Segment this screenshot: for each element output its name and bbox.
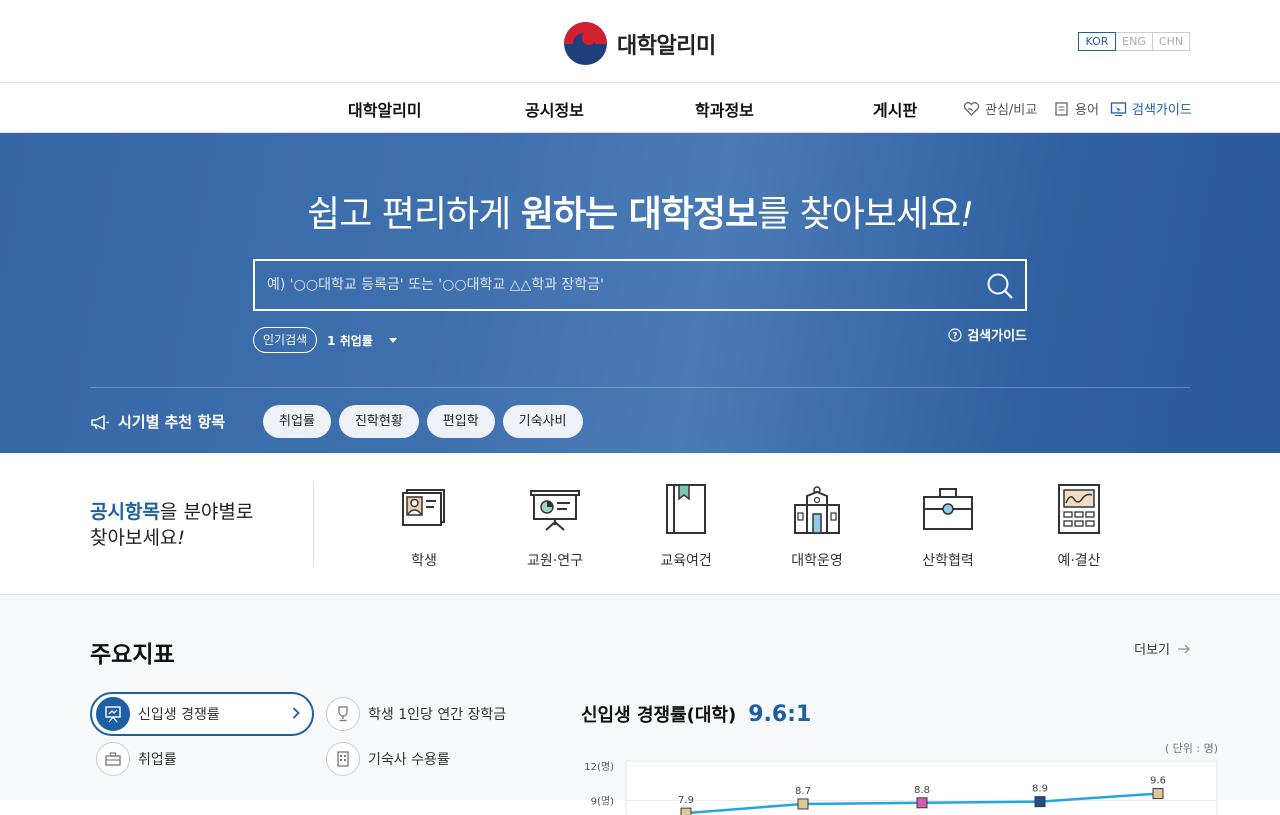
chart-unit: ( 단위 : 명) (1164, 742, 1218, 755)
popular-keyword[interactable]: 1 취업률 (327, 332, 373, 349)
dormitory-icon (326, 742, 360, 776)
season-chip-advancement[interactable]: 진학현황 (338, 405, 419, 438)
hero-guide-label: 검색가이드 (967, 329, 1027, 344)
hero-title: 쉽고 편리하게 원하는 대학정보를 찾아보세요! (307, 194, 974, 235)
data-label: 7.9 (678, 795, 694, 806)
data-label: 8.9 (1032, 784, 1048, 795)
indicator-scholarship[interactable]: 학생 1인당 연간 장학금 (326, 692, 506, 736)
indicator-label: 취업률 (138, 752, 177, 768)
chart-value: 9.6:1 (748, 702, 812, 727)
category-label: 교원·연구 (527, 553, 583, 569)
category-label: 예·결산 (1057, 553, 1101, 569)
trophy-icon (326, 697, 360, 731)
lang-eng[interactable]: ENG (1115, 32, 1153, 51)
key-indicators-section: 주요지표 더보기 신입생 경쟁률 학생 1인당 연간 장학금 취업률 기숙사 수… (0, 595, 1280, 815)
guide-label: 검색가이드 (1132, 103, 1192, 118)
nav-item-department[interactable]: 학과정보 (695, 97, 754, 121)
category-title: 공시항목을 분야별로 찾아보세요! (90, 501, 254, 549)
top-bar: 대학알리미 KOR ENG CHN (0, 0, 1280, 83)
student-card-icon (402, 489, 445, 526)
data-point (680, 807, 692, 815)
data-point (797, 798, 809, 810)
lang-kor[interactable]: KOR (1078, 32, 1116, 51)
building-icon (794, 486, 840, 534)
y-tick-label: 9(명) (591, 796, 614, 808)
megaphone-icon (91, 414, 109, 430)
heart-icon (963, 101, 980, 116)
calculator-icon (1058, 484, 1100, 534)
seasonal-label: 시기별 추천 항목 (90, 411, 225, 432)
svg-text:?: ? (953, 331, 958, 341)
search-icon (987, 273, 1013, 299)
chart-board-icon (96, 697, 130, 731)
book-icon (666, 484, 706, 534)
competition-line-chart: 12(명) 9(명) 7.9 8.7 8.8 8.9 9.6 (584, 760, 1218, 815)
category-industry[interactable]: 산학협력 (893, 481, 1003, 570)
data-label: 9.6 (1150, 776, 1166, 787)
interest-label: 관심/비교 (985, 103, 1038, 118)
category-operation[interactable]: 대학운영 (762, 481, 872, 570)
data-point (916, 797, 928, 809)
category-faculty-research[interactable]: 교원·연구 (500, 481, 610, 570)
category-education[interactable]: 교육여건 (631, 481, 741, 570)
data-label: 8.8 (914, 785, 930, 796)
popular-search-tag: 인기검색 (253, 327, 318, 353)
arrow-right-icon (1178, 644, 1190, 653)
hero-search-section: 쉽고 편리하게 원하는 대학정보를 찾아보세요! 인기검색 1 취업률 ? 검색… (0, 133, 1280, 453)
taegeuk-logo-icon (564, 22, 607, 65)
category-divider (313, 481, 314, 567)
data-label: 8.7 (795, 786, 811, 797)
search-box (253, 259, 1027, 311)
season-chip-employment[interactable]: 취업률 (263, 405, 331, 438)
data-point (1034, 796, 1046, 808)
hero-search-guide-link[interactable]: ? 검색가이드 (948, 325, 1027, 344)
search-input[interactable] (255, 261, 1025, 309)
chart-header: 신입생 경쟁률(대학) 9.6:1 (581, 701, 811, 727)
presentation-icon (530, 490, 580, 531)
indicator-label: 신입생 경쟁률 (138, 707, 220, 723)
search-guide-link[interactable]: 검색가이드 (1110, 99, 1192, 118)
hero-divider (90, 387, 1190, 388)
category-budget[interactable]: 예·결산 (1024, 481, 1134, 570)
category-label: 학생 (411, 553, 437, 569)
chart-title: 신입생 경쟁률(대학) (581, 705, 737, 726)
seasonal-recommendations: 시기별 추천 항목 취업률 진학현황 편입학 기숙사비 (90, 405, 591, 438)
indicator-dormitory[interactable]: 기숙사 수용률 (326, 737, 450, 781)
lang-chn[interactable]: CHN (1152, 32, 1190, 51)
nav-item-board[interactable]: 게시판 (873, 97, 917, 121)
popular-search: 인기검색 1 취업률 (253, 327, 397, 353)
more-link[interactable]: 더보기 (1134, 639, 1190, 658)
briefcase-small-icon (96, 742, 130, 776)
document-icon (1055, 101, 1068, 116)
category-label: 산학협력 (922, 553, 974, 569)
indicator-label: 학생 1인당 연간 장학금 (368, 707, 507, 723)
indicators-title: 주요지표 (90, 642, 175, 668)
category-student[interactable]: 학생 (369, 481, 479, 570)
caret-down-icon[interactable] (388, 337, 397, 343)
season-chip-dormitory[interactable]: 기숙사비 (502, 405, 583, 438)
y-tick-label: 12(명) (584, 761, 614, 773)
nav-item-disclosure[interactable]: 공시정보 (525, 97, 584, 121)
category-label: 교육여건 (660, 553, 712, 569)
site-logo[interactable]: 대학알리미 (564, 22, 716, 65)
language-switcher: KOR ENG CHN (1078, 32, 1190, 51)
briefcase-icon (923, 488, 973, 530)
season-chip-transfer[interactable]: 편입학 (426, 405, 495, 438)
indicator-employment[interactable]: 취업률 (96, 737, 177, 781)
main-nav: 대학알리미 공시정보 학과정보 게시판 관심/비교 용어 검색가이드 (0, 83, 1280, 133)
nav-item-alimi[interactable]: 대학알리미 (348, 97, 422, 121)
interest-compare-link[interactable]: 관심/비교 (963, 99, 1037, 118)
help-circle-icon: ? (948, 327, 962, 342)
chevron-right-icon (292, 707, 300, 719)
category-section: 공시항목을 분야별로 찾아보세요! 학생 교원·연구 교육여건 대학운영 산학협… (0, 453, 1280, 595)
glossary-link[interactable]: 용어 (1053, 99, 1099, 118)
indicator-freshman-competition[interactable]: 신입생 경쟁률 (90, 692, 314, 736)
indicator-label: 기숙사 수용률 (368, 752, 450, 768)
glossary-label: 용어 (1075, 103, 1099, 118)
site-name: 대학알리미 (617, 33, 716, 59)
guide-cursor-icon (1110, 101, 1127, 116)
search-button[interactable] (985, 271, 1015, 301)
category-label: 대학운영 (791, 553, 843, 569)
data-point (1152, 788, 1164, 800)
